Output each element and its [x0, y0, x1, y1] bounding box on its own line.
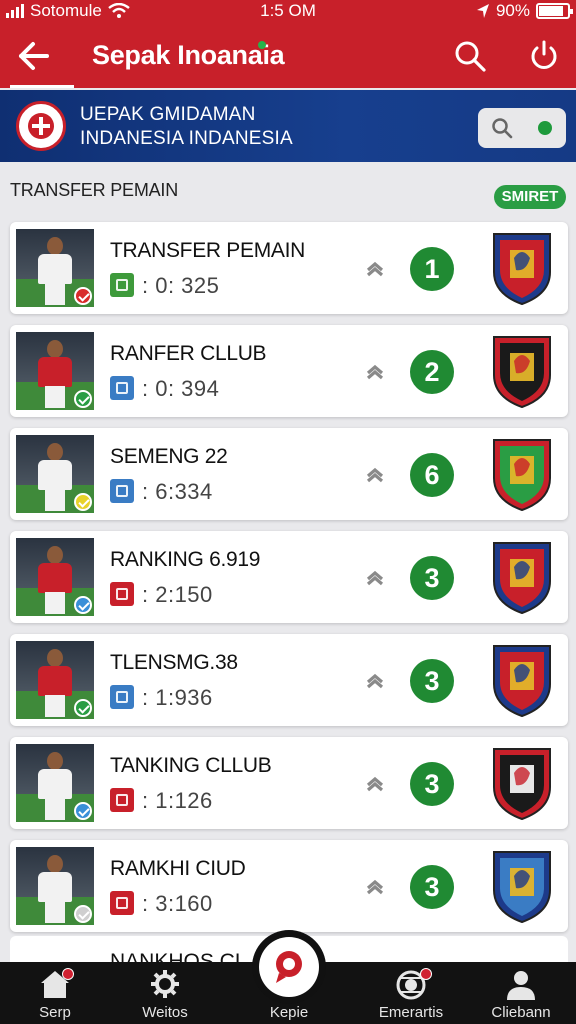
player-photo	[16, 744, 94, 822]
search-icon[interactable]	[452, 38, 488, 74]
status-bar: Sotomule 1:5 OM 90%	[0, 0, 576, 24]
item-value: : 1:126	[142, 788, 213, 813]
league-logo	[16, 101, 66, 151]
item-value: : 0: 394	[142, 376, 220, 401]
player-photo	[16, 435, 94, 513]
item-value: : 2:150	[142, 582, 213, 607]
item-title: TANKING CLLUB	[110, 754, 272, 777]
rank-badge: 3	[410, 762, 454, 806]
verified-check-icon	[74, 802, 92, 820]
nav-item-weitos[interactable]: Weitos	[110, 962, 220, 1024]
list-item[interactable]: RANFER CLLUB : 0: 394 2	[10, 325, 568, 417]
nav-label: Kepie	[269, 1004, 309, 1021]
layers-icon[interactable]	[364, 668, 386, 692]
user-icon	[507, 971, 535, 1000]
list-item[interactable]: SEMENG 22 : 6:334 6	[10, 428, 568, 520]
list-item[interactable]: RAMKHI CIUD : 3:160 3	[10, 840, 568, 932]
battery-percent: 90%	[495, 1, 530, 20]
nav-label: Serp	[39, 1004, 71, 1021]
verified-check-icon	[74, 699, 92, 717]
back-arrow-icon[interactable]	[16, 40, 50, 72]
item-title: SEMENG 22	[110, 445, 228, 468]
list-item[interactable]: TLENSMG.38 : 1:936 3	[10, 634, 568, 726]
list-item[interactable]: TRANSFER PEMAIN : 0: 325 1	[10, 222, 568, 314]
power-icon[interactable]	[526, 38, 562, 74]
status-right: 90%	[476, 1, 573, 21]
nav-item-emerartis[interactable]: Emerartis	[356, 962, 466, 1024]
item-title: TLENSMG.38	[110, 651, 238, 674]
player-photo	[16, 538, 94, 616]
layers-icon[interactable]	[364, 874, 386, 898]
item-title: RANKING 6.919	[110, 548, 261, 571]
club-mini-icon	[110, 479, 134, 503]
item-value: : 1:936	[142, 685, 213, 710]
club-crest-icon	[493, 336, 551, 409]
nav-item-serp[interactable]: Serp	[0, 962, 110, 1024]
status-dot-icon	[538, 121, 552, 135]
location-icon	[476, 4, 489, 18]
club-crest-icon	[493, 439, 551, 512]
gear-icon	[151, 970, 179, 998]
online-indicator	[258, 41, 266, 49]
verified-check-icon	[74, 596, 92, 614]
club-mini-icon	[110, 685, 134, 709]
rank-badge: 2	[410, 350, 454, 394]
verified-check-icon	[74, 905, 92, 923]
section-badge[interactable]: SMIRET	[494, 185, 566, 209]
page-title: Sepak Inoanaia	[92, 40, 285, 70]
club-crest-icon	[493, 851, 551, 924]
league-banner: UEPAK GMIDAMAN INDANESIA INDANESIA	[0, 90, 576, 162]
banner-title: UEPAK GMIDAMAN	[80, 104, 256, 125]
pin-icon	[276, 951, 302, 983]
active-tab-underline	[10, 85, 74, 88]
verified-check-icon	[74, 287, 92, 305]
club-mini-icon	[110, 788, 134, 812]
banner-subtitle: INDANESIA INDANESIA	[80, 128, 293, 149]
player-photo	[16, 847, 94, 925]
notification-dot	[420, 968, 432, 980]
rank-badge: 3	[410, 659, 454, 703]
item-title: TRANSFER PEMAIN	[110, 239, 306, 262]
item-value: : 0: 325	[142, 273, 220, 298]
layers-icon[interactable]	[364, 565, 386, 589]
list-item[interactable]: TANKING CLLUB : 1:126 3	[10, 737, 568, 829]
rank-badge: 3	[410, 556, 454, 600]
item-title: RAMKHI CIUD	[110, 857, 246, 880]
club-crest-icon	[493, 542, 551, 615]
nav-label: Weitos	[142, 1004, 188, 1021]
banner-search-button[interactable]	[478, 108, 566, 148]
club-crest-icon	[493, 233, 551, 306]
item-title: RANFER CLLUB	[110, 342, 267, 365]
player-photo	[16, 332, 94, 410]
verified-check-icon	[74, 390, 92, 408]
battery-icon	[536, 3, 573, 19]
layers-icon[interactable]	[364, 462, 386, 486]
layers-icon[interactable]	[364, 359, 386, 383]
nav-item-kepie-button[interactable]	[252, 930, 326, 1004]
section-title: TRANSFER PEMAIN	[10, 180, 179, 200]
rank-badge: 1	[410, 247, 454, 291]
club-mini-icon	[110, 891, 134, 915]
club-mini-icon	[110, 376, 134, 400]
verified-check-icon	[74, 493, 92, 511]
notification-dot	[62, 968, 74, 980]
club-crest-icon	[493, 645, 551, 718]
search-icon	[492, 118, 513, 139]
club-mini-icon	[110, 582, 134, 606]
rank-badge: 3	[410, 865, 454, 909]
nav-label: Cliebann	[491, 1004, 551, 1021]
club-crest-icon	[493, 748, 551, 821]
nav-item-cliebann[interactable]: Cliebann	[466, 962, 576, 1024]
rank-badge: 6	[410, 453, 454, 497]
layers-icon[interactable]	[364, 771, 386, 795]
nav-label: Emerartis	[378, 1004, 444, 1021]
layers-icon[interactable]	[364, 256, 386, 280]
player-photo	[16, 641, 94, 719]
player-photo	[16, 229, 94, 307]
item-value: : 6:334	[142, 479, 213, 504]
list-item[interactable]: RANKING 6.919 : 2:150 3	[10, 531, 568, 623]
app-bar: Sepak Inoanaia	[0, 24, 576, 88]
item-value: : 3:160	[142, 891, 213, 916]
club-mini-icon	[110, 273, 134, 297]
